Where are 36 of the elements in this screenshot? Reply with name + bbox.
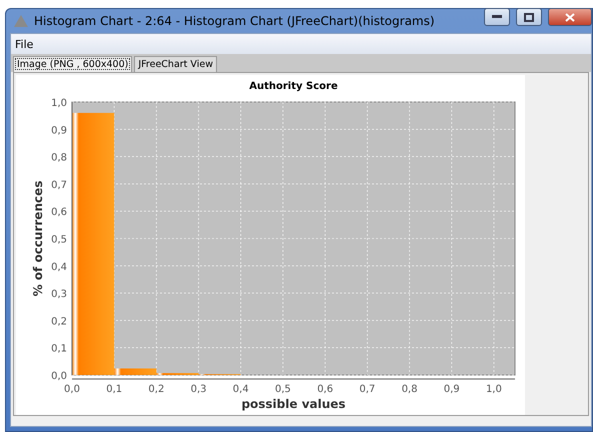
app-icon — [14, 15, 28, 27]
y-tick-label: 1,0 — [51, 98, 67, 109]
y-tick-label: 0,3 — [51, 289, 67, 300]
close-icon — [565, 12, 575, 22]
x-tick-label: 0,3 — [190, 384, 207, 395]
x-tick-label: 0,5 — [275, 384, 291, 395]
menu-item[interactable]: File — [11, 38, 38, 50]
window-title: Histogram Chart - 2:64 - Histogram Chart (JFreeChart)(histograms) — [34, 14, 436, 28]
y-tick-label: 0,9 — [51, 125, 67, 136]
x-tick-label: 0,0 — [64, 384, 80, 395]
y-tick-label: 0,1 — [51, 344, 67, 355]
x-tick-label: 1,0 — [486, 384, 502, 395]
x-tick-label: 0,6 — [317, 384, 334, 395]
maximize-button[interactable] — [516, 8, 542, 26]
tab[interactable]: JFreeChart View — [134, 56, 217, 72]
x-tick-label: 0,1 — [106, 384, 122, 395]
tab[interactable]: Image (PNG , 600x400) — [13, 56, 132, 72]
y-tick-label: 0,6 — [51, 207, 67, 218]
x-tick-label: 0,2 — [148, 384, 164, 395]
y-tick-label: 0,7 — [51, 180, 67, 191]
y-tick-label: 0,8 — [51, 152, 67, 164]
y-tick-label: 0,2 — [51, 316, 67, 328]
x-axis-label: possible values — [241, 397, 346, 411]
y-tick-label: 0,5 — [51, 234, 67, 246]
maximize-icon — [524, 12, 534, 22]
y-tick-label: 0,4 — [51, 262, 67, 273]
minimize-button[interactable] — [484, 8, 510, 26]
x-tick-label: 0,9 — [444, 384, 460, 395]
x-tick-label: 0,8 — [402, 384, 418, 395]
close-button[interactable] — [548, 8, 592, 26]
y-axis-label: % of occurrences — [31, 180, 45, 296]
minimize-icon — [492, 15, 502, 19]
x-tick-label: 0,4 — [232, 384, 249, 395]
y-tick-label: 0,0 — [51, 371, 67, 382]
chart-title: Authority Score — [249, 81, 338, 92]
x-tick-label: 0,7 — [359, 384, 376, 395]
